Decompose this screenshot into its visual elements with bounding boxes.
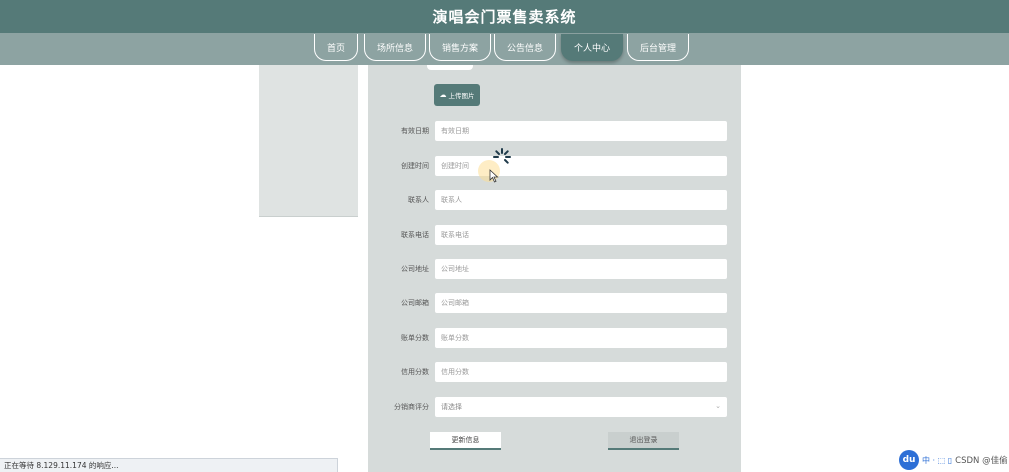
field-label: 有效日期	[401, 127, 429, 135]
watermark-text: CSDN @佳偷	[955, 456, 1008, 466]
field-row-company-address: 公司地址	[368, 259, 741, 279]
app-header: 演唱会门票售卖系统	[0, 0, 1009, 33]
contact-input[interactable]	[435, 190, 727, 210]
nav-admin[interactable]: 后台管理	[627, 34, 689, 61]
field-row-created-time: 创建时间	[368, 156, 741, 176]
chevron-down-icon: ⌄	[715, 402, 721, 410]
field-label: 联系人	[408, 196, 429, 204]
nav-personal-center[interactable]: 个人中心	[561, 34, 623, 61]
field-label: 创建时间	[401, 162, 429, 170]
nav-sales-plan[interactable]: 销售方案	[429, 34, 491, 61]
nav-home[interactable]: 首页	[314, 34, 358, 61]
bill-score-input[interactable]	[435, 328, 727, 348]
logout-button[interactable]: 退出登录	[608, 432, 679, 450]
valid-date-input[interactable]	[435, 121, 727, 141]
mouse-pointer-icon	[489, 169, 499, 183]
field-row-contact: 联系人	[368, 190, 741, 210]
company-address-input[interactable]	[435, 259, 727, 279]
du-logo-icon: du	[899, 450, 919, 470]
distributor-rating-select[interactable]: 请选择 ⌄	[435, 397, 727, 417]
field-label: 信用分数	[401, 368, 429, 376]
field-row-phone: 联系电话	[368, 225, 741, 245]
field-row-credit-score: 信用分数	[368, 362, 741, 382]
profile-form-panel: ☁ 上传图片 有效日期 创建时间 联系人 联系电话 公司地址 公司邮箱 账单分数…	[368, 65, 741, 472]
field-label: 公司地址	[401, 265, 429, 273]
nav-announcement[interactable]: 公告信息	[494, 34, 556, 61]
side-menu-panel	[259, 65, 358, 217]
app-title: 演唱会门票售卖系统	[432, 8, 577, 26]
update-info-button[interactable]: 更新信息	[430, 432, 501, 450]
field-row-bill-score: 账单分数	[368, 328, 741, 348]
upload-image-button[interactable]: ☁ 上传图片	[434, 84, 480, 106]
browser-status-bar: 正在等待 8.129.11.174 的响应...	[0, 458, 338, 472]
company-email-input[interactable]	[435, 293, 727, 313]
phone-input[interactable]	[435, 225, 727, 245]
main-nav: 首页 场所信息 销售方案 公告信息 个人中心 后台管理	[0, 33, 1009, 65]
input-toolbar-icons: 中 · ⬚ ▯	[922, 455, 953, 465]
nav-venue-info[interactable]: 场所信息	[364, 34, 426, 61]
field-row-valid-date: 有效日期	[368, 121, 741, 141]
field-label: 公司邮箱	[401, 299, 429, 307]
field-row-distributor-rating: 分销商评分 请选择 ⌄	[368, 397, 741, 417]
cloud-upload-icon: ☁	[439, 91, 447, 99]
field-label: 账单分数	[401, 334, 429, 342]
field-label: 联系电话	[401, 231, 429, 239]
field-row-company-email: 公司邮箱	[368, 293, 741, 313]
panel-top-tab	[427, 65, 473, 70]
credit-score-input[interactable]	[435, 362, 727, 382]
csdn-watermark: du 中 · ⬚ ▯ CSDN @佳偷	[899, 448, 1009, 472]
field-label: 分销商评分	[394, 403, 429, 411]
